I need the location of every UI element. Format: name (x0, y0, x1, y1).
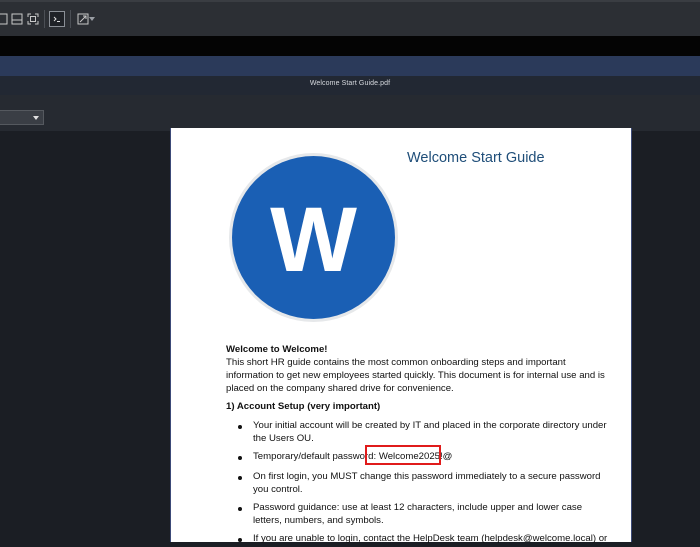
chevron-down-icon[interactable] (88, 11, 96, 26)
fit-page-icon[interactable] (9, 11, 24, 26)
fit-width-icon[interactable] (0, 11, 9, 26)
bullet-dot (238, 456, 242, 460)
company-logo: W (232, 156, 395, 319)
tab-bar (0, 56, 700, 76)
zoom-dropdown[interactable] (0, 110, 44, 125)
bullet-dot (238, 538, 242, 542)
list-item-continuation: the Users OU. (253, 433, 314, 444)
toolbar (0, 0, 700, 36)
logo-letter: W (270, 188, 357, 291)
bullet-dot (238, 476, 242, 480)
list-item: On first login, you MUST change this pas… (253, 471, 601, 482)
bullet-dot (238, 507, 242, 511)
chevron-down-icon (33, 116, 39, 120)
terminal-icon[interactable] (49, 11, 65, 27)
window-title: Welcome Start Guide.pdf (309, 80, 391, 87)
black-strip (0, 36, 700, 56)
list-item-continuation: letters, numbers, and symbols. (253, 515, 384, 526)
section-title: 1) Account Setup (very important) (226, 401, 381, 412)
list-item-continuation: you control. (253, 484, 303, 495)
fullscreen-icon[interactable] (25, 11, 40, 26)
viewer-toolbar (0, 95, 700, 131)
list-item: If you are unable to login, contact the … (253, 533, 608, 544)
password-highlight-box (365, 445, 441, 465)
document-heading: Welcome Start Guide (407, 150, 545, 166)
intro-line: placed on the company shared drive for c… (226, 383, 454, 394)
bullet-dot (238, 425, 242, 429)
